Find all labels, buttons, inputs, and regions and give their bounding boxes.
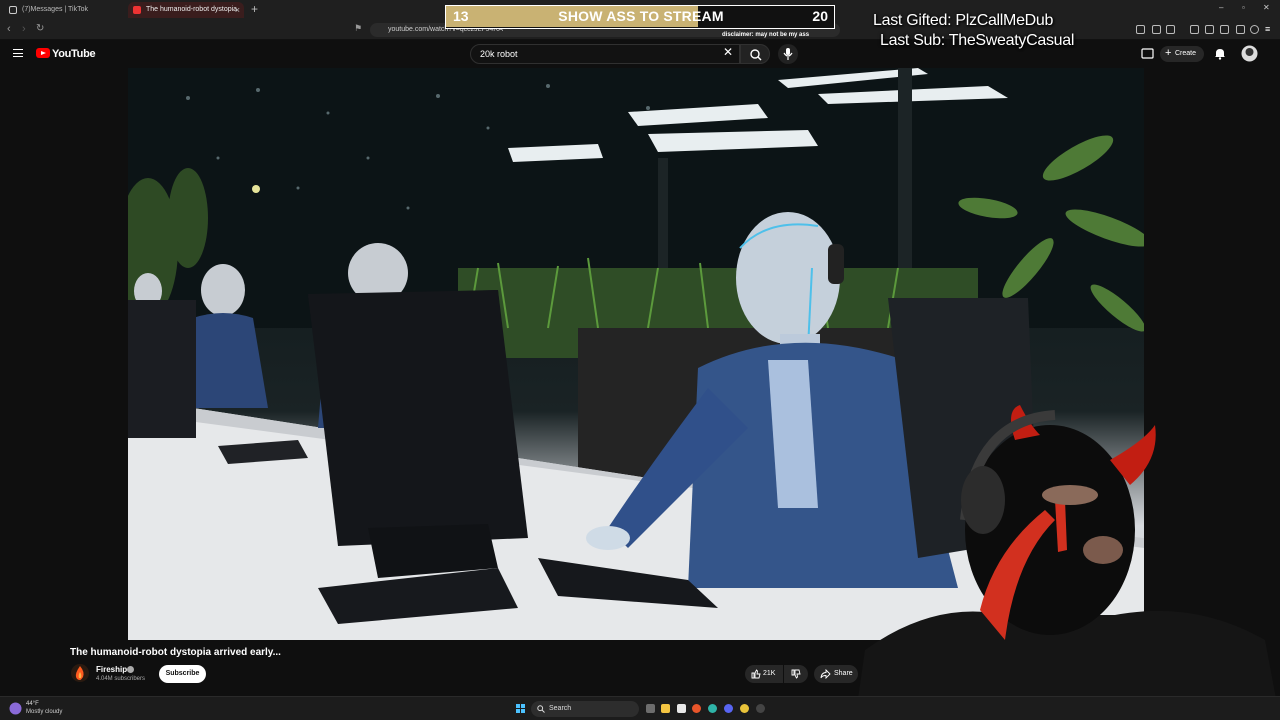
share-icon <box>820 669 831 679</box>
channel-name[interactable]: Fireship <box>96 665 127 674</box>
dislike-button[interactable] <box>784 665 808 683</box>
close-window-button[interactable]: ✕ <box>1263 3 1270 12</box>
search-input-value: 20k robot <box>480 49 518 59</box>
search-icon <box>537 705 545 713</box>
sidebar-icon[interactable] <box>1205 25 1214 34</box>
youtube-logo-text[interactable]: YouTube <box>52 48 96 60</box>
extension-icon[interactable] <box>1152 25 1161 34</box>
like-button[interactable]: 21K <box>745 665 783 683</box>
extension-icon[interactable] <box>1166 25 1175 34</box>
extension-icon[interactable] <box>1190 25 1199 34</box>
extension-icon[interactable] <box>1220 25 1229 34</box>
weather-description: Mostly cloudy <box>26 709 63 715</box>
tab-label: The humanoid-robot dystopia <box>146 6 238 13</box>
subscriber-count: 4.04M subscribers <box>96 676 146 682</box>
shield-icon[interactable] <box>1250 25 1259 34</box>
minimize-button[interactable]: – <box>1219 3 1223 12</box>
discord-icon[interactable] <box>724 704 733 713</box>
extension-icon[interactable] <box>1236 25 1245 34</box>
forward-button[interactable]: › <box>22 23 26 35</box>
chrome-icon[interactable] <box>740 704 749 713</box>
voice-search-button[interactable] <box>778 44 798 64</box>
search-input[interactable]: 20k robot <box>470 44 740 64</box>
goal-current-count: 13 <box>453 8 469 24</box>
tab-youtube-video[interactable]: The humanoid-robot dystopia × <box>128 2 244 18</box>
windows-start-icon[interactable] <box>516 704 525 713</box>
like-count: 21K <box>763 670 776 677</box>
last-sub-label: Last Sub: TheSweatyCasual <box>880 32 1075 49</box>
last-gifted-label: Last Gifted: PlzCallMeDub <box>873 12 1054 29</box>
weather-icon[interactable] <box>8 701 23 716</box>
search-icon <box>750 49 762 61</box>
fire-icon <box>75 666 84 680</box>
tab-label: (7)Messages | TikTok <box>22 6 89 13</box>
youtube-favicon-icon <box>133 6 141 14</box>
subscribe-button[interactable]: Subscribe <box>159 665 206 683</box>
create-button[interactable]: Create <box>1160 45 1204 62</box>
windows-taskbar: 44°F Mostly cloudy Search <box>0 696 1280 720</box>
verified-badge-icon <box>127 666 134 673</box>
create-label: Create <box>1175 50 1197 57</box>
youtube-logo-icon[interactable] <box>36 48 50 58</box>
thumbs-up-icon <box>751 669 761 679</box>
clear-search-icon[interactable]: ✕ <box>723 45 733 59</box>
streamer-webcam <box>855 400 1280 720</box>
menu-icon[interactable]: ≡ <box>1265 25 1274 34</box>
obs-icon[interactable] <box>756 704 765 713</box>
bookmark-icon[interactable]: ⚑ <box>354 23 362 34</box>
youtube-header: YouTube 20k robot ✕ Create <box>0 40 1280 68</box>
share-button[interactable]: Share <box>814 665 858 683</box>
hamburger-menu-icon[interactable] <box>13 49 23 57</box>
goal-label: SHOW ASS TO STREAM <box>558 8 724 24</box>
store-icon[interactable] <box>677 704 686 713</box>
back-button[interactable]: ‹ <box>7 23 11 35</box>
new-tab-button[interactable]: + <box>251 2 258 16</box>
edge-icon[interactable] <box>708 704 717 713</box>
taskbar-search-box[interactable]: Search <box>531 701 639 717</box>
channel-avatar[interactable] <box>71 664 89 682</box>
taskbar-search-label: Search <box>549 705 572 712</box>
webcam-image <box>855 405 1280 720</box>
tiktok-icon <box>9 6 17 14</box>
close-tab-icon[interactable]: × <box>235 2 240 18</box>
stream-goal-bar: SHOW ASS TO STREAM 13 20 <box>445 5 835 29</box>
microphone-icon <box>783 48 793 60</box>
extension-icon[interactable] <box>1136 25 1145 34</box>
account-avatar[interactable] <box>1241 45 1258 62</box>
reload-button[interactable]: ↻ <box>36 23 44 34</box>
weather-temperature: 44°F <box>26 701 39 707</box>
goal-target-count: 20 <box>812 8 828 24</box>
task-view-icon[interactable] <box>646 704 655 713</box>
brave-browser-icon[interactable] <box>692 704 701 713</box>
video-title: The humanoid-robot dystopia arrived earl… <box>70 647 281 658</box>
thumbs-down-icon <box>791 669 801 679</box>
file-explorer-icon[interactable] <box>661 704 670 713</box>
tab-tiktok-messages[interactable]: (7)Messages | TikTok <box>4 2 124 18</box>
share-label: Share <box>834 670 853 677</box>
cast-icon[interactable] <box>1141 48 1154 60</box>
goal-disclaimer: disclaimer: may not be my ass <box>722 32 810 38</box>
notifications-bell-icon[interactable] <box>1214 47 1226 60</box>
search-button[interactable] <box>740 44 770 64</box>
maximize-button[interactable]: ▫ <box>1242 3 1245 12</box>
